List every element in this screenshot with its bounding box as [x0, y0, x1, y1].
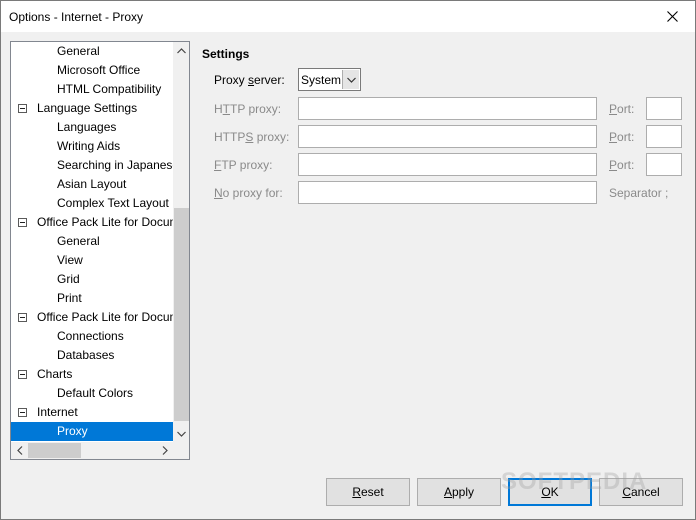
tree-item[interactable]: Asian Layout: [11, 175, 173, 194]
tree-item-label: HTML Compatibility: [57, 82, 162, 96]
tree-item[interactable]: Microsoft Office: [11, 61, 173, 80]
options-tree[interactable]: General Microsoft Office HTML Compatibilit…: [10, 41, 190, 460]
ftp-proxy-input[interactable]: [298, 153, 597, 176]
scrollbar-corner: [173, 442, 189, 459]
scroll-down-button[interactable]: [173, 425, 189, 442]
ok-button[interactable]: OK: [508, 478, 592, 506]
scroll-thumb-horizontal[interactable]: [28, 443, 81, 458]
tree-vertical-scrollbar[interactable]: [173, 42, 189, 442]
chevron-right-icon: [162, 446, 168, 455]
tree-item[interactable]: View: [11, 251, 173, 270]
tree-item-label: Connections: [57, 329, 124, 343]
proxy-server-label: Proxy server:: [214, 73, 285, 87]
tree-item-label: Charts: [37, 367, 73, 381]
https-port-label: Port:: [609, 130, 635, 144]
scroll-up-button[interactable]: [173, 42, 189, 59]
window-title: Options - Internet - Proxy: [9, 9, 144, 24]
no-proxy-input[interactable]: [298, 181, 597, 204]
tree-item-label: View: [57, 253, 83, 267]
tree-rows: General Microsoft Office HTML Compatibilit…: [11, 42, 173, 442]
tree-item[interactable]: General: [11, 232, 173, 251]
tree-item-label: Microsoft Office: [57, 63, 141, 77]
http-proxy-label: HTTP proxy:: [214, 102, 282, 116]
tree-item-selected[interactable]: Proxy: [11, 422, 173, 441]
https-port-input[interactable]: [646, 125, 682, 148]
dialog-body: General Microsoft Office HTML Compatibilit…: [1, 32, 695, 519]
tree-item[interactable]: Databases: [11, 346, 173, 365]
tree-item[interactable]: Default Colors: [11, 384, 173, 403]
http-port-label: Port:: [609, 102, 635, 116]
tree-category[interactable]: Office Pack Lite for Documents: [11, 308, 173, 327]
http-proxy-input[interactable]: [298, 97, 597, 120]
options-dialog: Options - Internet - Proxy General Micros…: [0, 0, 696, 520]
tree-item[interactable]: Connections: [11, 327, 173, 346]
ftp-port-label: Port:: [609, 158, 635, 172]
tree-item-label: Languages: [57, 120, 117, 134]
https-proxy-label: HTTPS proxy:: [214, 130, 290, 144]
dropdown-button[interactable]: [342, 70, 359, 89]
tree-item[interactable]: Complex Text Layout: [11, 194, 173, 213]
collapse-icon[interactable]: [18, 370, 27, 379]
tree-item-label: Language Settings: [37, 101, 138, 115]
chevron-down-icon: [177, 431, 186, 437]
scroll-thumb-vertical[interactable]: [174, 208, 189, 421]
tree-item-label: Office Pack Lite for Documents: [37, 215, 173, 229]
apply-button[interactable]: Apply: [417, 478, 501, 506]
tree-category[interactable]: Office Pack Lite for Documents: [11, 213, 173, 232]
tree-item-label: Print: [57, 291, 82, 305]
cancel-button[interactable]: Cancel: [599, 478, 683, 506]
tree-item[interactable]: Grid: [11, 270, 173, 289]
scroll-right-button[interactable]: [156, 442, 173, 459]
http-port-input[interactable]: [646, 97, 682, 120]
tree-item-label: Complex Text Layout: [57, 196, 169, 210]
reset-button[interactable]: Reset: [326, 478, 410, 506]
ftp-port-input[interactable]: [646, 153, 682, 176]
chevron-left-icon: [16, 446, 22, 455]
tree-item[interactable]: Searching in Japanese: [11, 156, 173, 175]
close-button[interactable]: [649, 1, 695, 32]
tree-item-label: General: [57, 234, 100, 248]
tree-horizontal-scrollbar[interactable]: [11, 442, 173, 459]
tree-item-label: Asian Layout: [57, 177, 127, 191]
title-bar: Options - Internet - Proxy: [1, 1, 695, 32]
collapse-icon[interactable]: [18, 104, 27, 113]
tree-item[interactable]: Print: [11, 289, 173, 308]
tree-item[interactable]: Languages: [11, 118, 173, 137]
tree-item-label: General: [57, 44, 100, 58]
tree-item[interactable]: Writing Aids: [11, 137, 173, 156]
scroll-left-button[interactable]: [11, 442, 28, 459]
chevron-down-icon: [346, 77, 356, 83]
proxy-server-value: System: [301, 72, 342, 87]
separator-label: Separator ;: [609, 186, 669, 200]
tree-item-label: Default Colors: [57, 386, 134, 400]
tree-item-label: Searching in Japanese: [57, 158, 173, 172]
collapse-icon[interactable]: [18, 408, 27, 417]
collapse-icon[interactable]: [18, 218, 27, 227]
no-proxy-label: No proxy for:: [214, 186, 283, 200]
ftp-proxy-label: FTP proxy:: [214, 158, 273, 172]
https-proxy-input[interactable]: [298, 125, 597, 148]
close-icon: [666, 11, 678, 22]
tree-item[interactable]: General: [11, 42, 173, 61]
tree-item-label: Grid: [57, 272, 80, 286]
tree-category[interactable]: Charts: [11, 365, 173, 384]
tree-item-label: Office Pack Lite for Documents: [37, 310, 173, 324]
tree-item-label: Writing Aids: [57, 139, 121, 153]
tree-item[interactable]: HTML Compatibility: [11, 80, 173, 99]
chevron-up-icon: [177, 47, 186, 53]
tree-item-label: Internet: [37, 405, 78, 419]
tree-category[interactable]: Internet: [11, 403, 173, 422]
collapse-icon[interactable]: [18, 313, 27, 322]
tree-item-label: Databases: [57, 348, 115, 362]
tree-item-label: Proxy: [57, 424, 88, 438]
settings-heading: Settings: [202, 47, 250, 61]
proxy-server-select[interactable]: System: [298, 68, 361, 91]
tree-category[interactable]: Language Settings: [11, 99, 173, 118]
